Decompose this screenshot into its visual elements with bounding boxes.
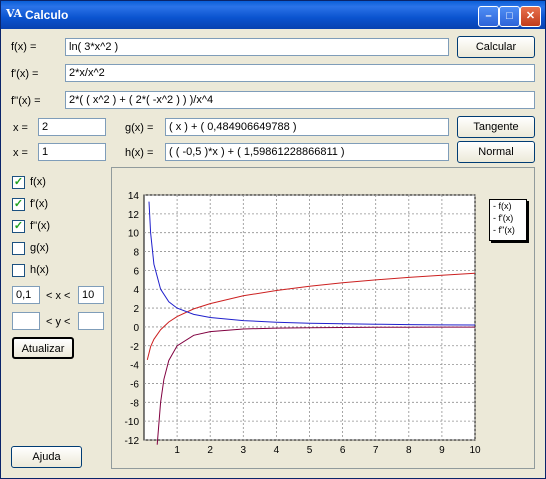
maximize-icon: □ bbox=[506, 10, 513, 22]
minimize-icon: – bbox=[485, 10, 492, 22]
f-check-label: f(x) bbox=[30, 176, 46, 188]
g-checkbox[interactable] bbox=[12, 242, 25, 255]
ajuda-button[interactable]: Ajuda bbox=[11, 446, 82, 468]
h-checkbox[interactable] bbox=[12, 264, 25, 277]
app-icon: VA bbox=[6, 7, 23, 20]
x1-input[interactable]: 2 bbox=[38, 118, 106, 136]
y-range-label: < y < bbox=[46, 316, 71, 328]
fpp-check-label: f''(x) bbox=[30, 220, 51, 232]
check-icon: ✓ bbox=[13, 176, 24, 188]
window-title: Calculo bbox=[25, 8, 69, 22]
fpp-input[interactable]: 2*( ( x^2 ) + ( 2*( -x^2 ) ) )/x^4 bbox=[65, 91, 535, 109]
minimize-button[interactable]: – bbox=[478, 6, 499, 27]
f-input[interactable]: ln( 3*x^2 ) bbox=[65, 38, 449, 56]
g-label: g(x) = bbox=[125, 122, 154, 134]
x-max-input[interactable]: 10 bbox=[78, 286, 104, 304]
check-icon: ✓ bbox=[13, 220, 24, 232]
check-icon: ✓ bbox=[13, 198, 24, 210]
title-bar[interactable]: VA Calculo – □ ✕ bbox=[1, 1, 545, 29]
f-checkbox[interactable]: ✓ bbox=[12, 176, 25, 189]
h-check-label: h(x) bbox=[30, 264, 49, 276]
fpp-checkbox[interactable]: ✓ bbox=[12, 220, 25, 233]
h-label: h(x) = bbox=[125, 147, 154, 159]
g-check-label: g(x) bbox=[30, 242, 49, 254]
normal-button[interactable]: Normal bbox=[457, 141, 535, 163]
y-max-input[interactable] bbox=[78, 312, 104, 330]
atualizar-button[interactable]: Atualizar bbox=[12, 337, 74, 359]
legend-item: - f(x) bbox=[493, 201, 512, 211]
close-button[interactable]: ✕ bbox=[520, 6, 541, 27]
legend-item: - f'(x) bbox=[493, 213, 514, 223]
legend-item: - f''(x) bbox=[493, 225, 515, 235]
x2-input[interactable]: 1 bbox=[38, 143, 106, 161]
fp-label: f'(x) = bbox=[11, 68, 39, 80]
fp-check-label: f'(x) bbox=[30, 198, 48, 210]
h-input[interactable]: ( ( -0,5 )*x ) + ( 1,59861228866811 ) bbox=[165, 143, 449, 161]
fp-checkbox[interactable]: ✓ bbox=[12, 198, 25, 211]
close-icon: ✕ bbox=[525, 10, 536, 22]
fp-input[interactable]: 2*x/x^2 bbox=[65, 64, 535, 82]
calcular-button[interactable]: Calcular bbox=[457, 36, 535, 58]
calculo-window: VA Calculo – □ ✕ f(x) = ln( 3*x^2 ) Calc… bbox=[0, 0, 546, 479]
y-min-input[interactable] bbox=[12, 312, 40, 330]
maximize-button[interactable]: □ bbox=[499, 6, 520, 27]
chart-legend: - f(x) - f'(x) - f''(x) bbox=[489, 199, 527, 241]
x1-label: x = bbox=[13, 122, 28, 134]
fpp-label: f''(x) = bbox=[11, 95, 41, 107]
chart-panel bbox=[111, 167, 535, 469]
tangente-button[interactable]: Tangente bbox=[457, 116, 535, 138]
f-label: f(x) = bbox=[11, 41, 37, 53]
g-input[interactable]: ( x ) + ( 0,484906649788 ) bbox=[165, 118, 449, 136]
x-min-input[interactable]: 0,1 bbox=[12, 286, 40, 304]
x-range-label: < x < bbox=[46, 290, 71, 302]
x2-label: x = bbox=[13, 147, 28, 159]
